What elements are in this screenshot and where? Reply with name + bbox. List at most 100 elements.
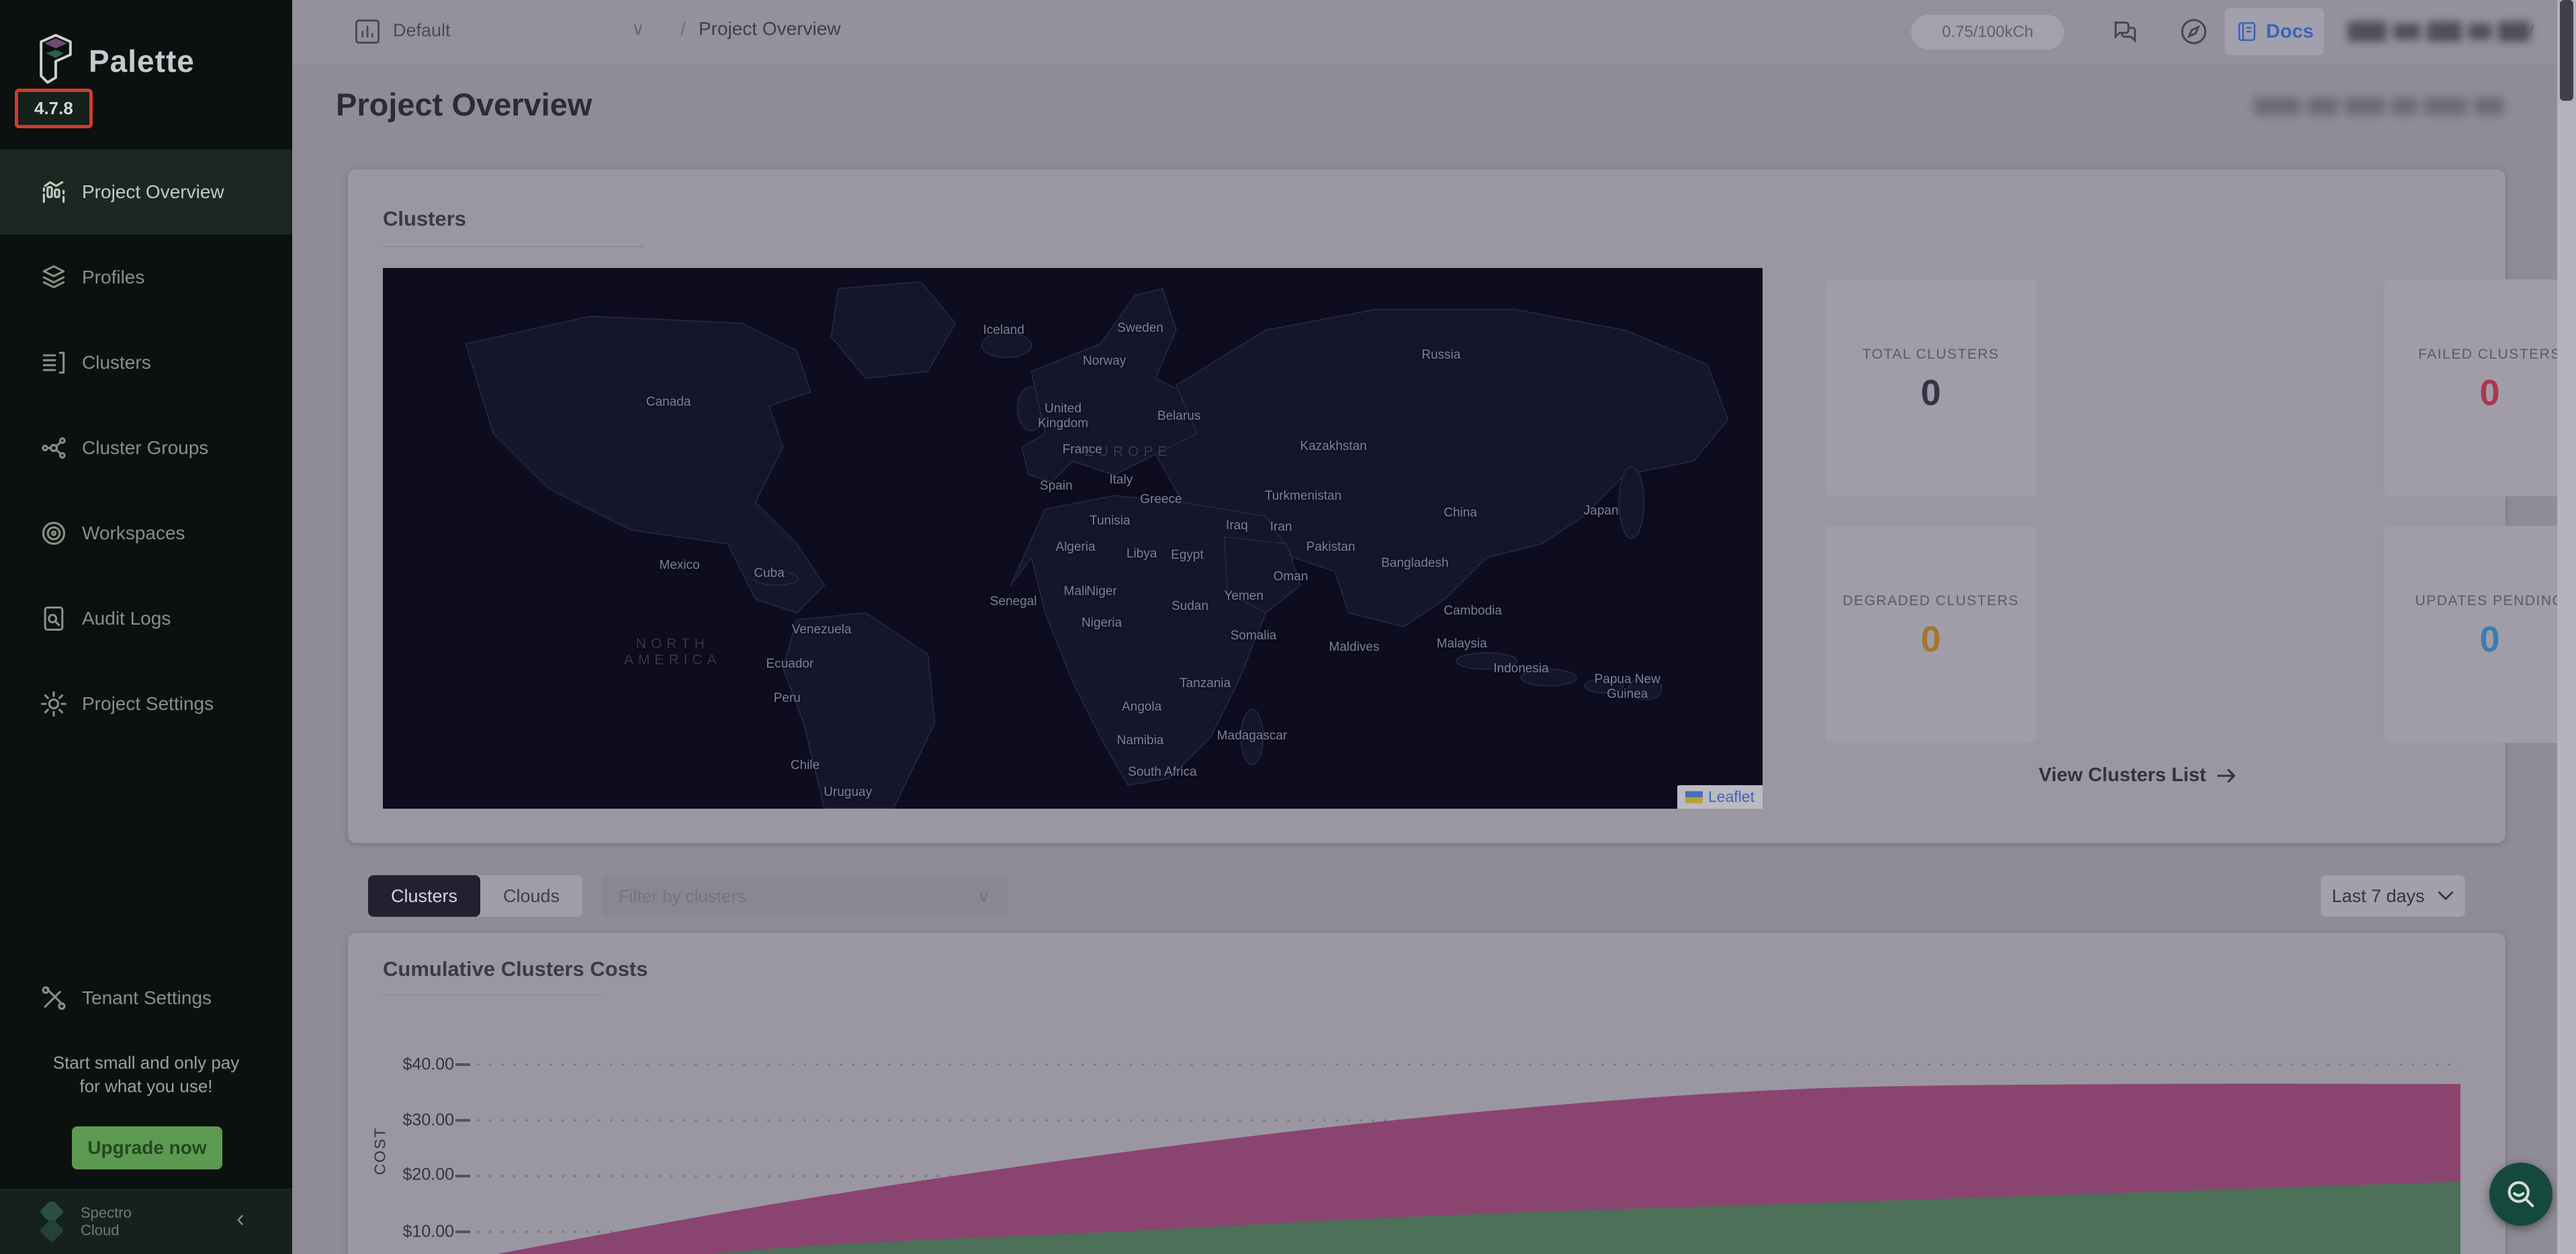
breadcrumb-separator: / xyxy=(680,18,686,40)
map-country-label: Tunisia xyxy=(1090,514,1130,529)
chat-icon[interactable] xyxy=(2109,16,2140,47)
map-country-label: China xyxy=(1444,506,1477,521)
selector-chevron-icon[interactable]: ∨ xyxy=(631,19,645,40)
map-country-label: Kazakhstan xyxy=(1300,439,1367,454)
stat-value: 0 xyxy=(2385,372,2576,414)
map-labels-layer: IcelandSwedenNorwayRussiaCanadaUnited Ki… xyxy=(383,268,1763,809)
map-country-label: Algeria xyxy=(1056,540,1096,555)
map-country-label: Russia xyxy=(1421,348,1460,363)
filter-by-clusters-select[interactable]: Filter by clusters ∨ xyxy=(601,875,1008,917)
help-compass-icon[interactable] xyxy=(2178,16,2209,47)
docs-button[interactable]: Docs xyxy=(2225,8,2324,55)
audit-logs-icon xyxy=(39,604,69,633)
map-country-label: Namibia xyxy=(1117,733,1164,748)
world-map[interactable]: IcelandSwedenNorwayRussiaCanadaUnited Ki… xyxy=(383,268,1763,809)
sidebar-item-project-settings[interactable]: Project Settings xyxy=(0,661,292,746)
user-menu-chevron-icon[interactable]: ∨ xyxy=(2524,19,2536,40)
upgrade-now-button[interactable]: Upgrade now xyxy=(72,1126,222,1169)
sidebar-item-label: Profiles xyxy=(82,267,144,288)
palette-logo-icon xyxy=(31,34,81,87)
map-country-label: Peru xyxy=(774,691,801,706)
tab-clusters[interactable]: Clusters xyxy=(368,875,480,917)
sidebar-item-audit-logs[interactable]: Audit Logs xyxy=(0,576,292,661)
map-country-label: Chile xyxy=(791,758,819,773)
map-country-label: Sudan xyxy=(1171,599,1208,614)
cumulative-costs-chart xyxy=(403,1028,2505,1254)
cluster-stats: TOTAL CLUSTERS0FAILED CLUSTERS0DEGRADED … xyxy=(1826,169,2505,843)
project-settings-icon xyxy=(39,689,69,719)
costs-card-title: Cumulative Clusters Costs xyxy=(383,957,648,981)
leaflet-attribution[interactable]: Leaflet xyxy=(1677,785,1763,809)
map-country-label: Iraq xyxy=(1226,519,1248,533)
header-info-redacted xyxy=(2254,97,2503,115)
sidebar-item-label: Cluster Groups xyxy=(82,437,208,459)
overview-icon xyxy=(39,177,69,207)
map-country-label: Turkmenistan xyxy=(1265,489,1341,504)
tenant-settings-icon xyxy=(39,983,69,1013)
filter-placeholder: Filter by clusters xyxy=(619,886,746,907)
map-country-label: Norway xyxy=(1083,354,1126,369)
stat-label: UPDATES PENDING xyxy=(2385,593,2576,609)
map-country-label: Tanzania xyxy=(1180,676,1231,691)
map-country-label: Indonesia xyxy=(1493,662,1548,676)
map-country-label: Yemen xyxy=(1224,589,1263,604)
page-title: Project Overview xyxy=(336,86,592,123)
map-country-label: Uruguay xyxy=(824,785,872,800)
map-country-label: Belarus xyxy=(1157,409,1200,424)
map-country-label: Nigeria xyxy=(1081,616,1122,631)
sidebar-nav: Project Overview Profiles Clusters Cluster … xyxy=(0,149,292,746)
map-country-label: Pakistan xyxy=(1306,540,1356,555)
map-country-label: Somalia xyxy=(1231,629,1277,643)
map-country-label: Mexico xyxy=(660,558,700,573)
sidebar-item-label: Audit Logs xyxy=(82,608,171,629)
spectro-cloud-logo-icon xyxy=(32,1202,70,1242)
top-bar: Default ∨ / Project Overview 0.75/100kCh xyxy=(292,0,2576,64)
map-country-label: Spain xyxy=(1040,479,1073,494)
map-country-label: Papua New Guinea xyxy=(1587,672,1668,702)
scrollbar-track[interactable] xyxy=(2557,0,2576,1254)
map-country-label: Cambodia xyxy=(1444,604,1502,619)
sidebar-item-cluster-groups[interactable]: Cluster Groups xyxy=(0,405,292,490)
map-country-label: Libya xyxy=(1126,547,1157,562)
stat-value: 0 xyxy=(2385,619,2576,660)
map-country-label: Venezuela xyxy=(792,623,852,637)
docs-book-icon xyxy=(2235,20,2258,43)
tab-clouds[interactable]: Clouds xyxy=(480,875,582,917)
sidebar-item-clusters[interactable]: Clusters xyxy=(0,320,292,405)
stat-label: FAILED CLUSTERS xyxy=(2385,347,2576,363)
map-country-label: Iceland xyxy=(983,323,1024,338)
sidebar-item-label: Project Overview xyxy=(82,181,224,203)
arrow-right-icon xyxy=(2215,766,2238,785)
docs-label: Docs xyxy=(2266,21,2314,43)
sidebar-item-workspaces[interactable]: Workspaces xyxy=(0,490,292,576)
map-country-label: Niger xyxy=(1086,584,1116,599)
user-name-redacted[interactable] xyxy=(2348,21,2530,42)
map-country-label: Oman xyxy=(1274,570,1308,584)
stat-value: 0 xyxy=(1826,619,2036,660)
sidebar-footer: Spectro Cloud ‹ xyxy=(0,1189,292,1254)
stat-card-updates-pending: UPDATES PENDING 0 xyxy=(2385,526,2576,743)
search-magnifier-icon xyxy=(2503,1177,2538,1212)
chart-y-axis-title: COST xyxy=(371,1127,389,1175)
project-selector-chart-icon xyxy=(353,17,382,46)
map-country-label: Angola xyxy=(1122,700,1161,715)
filter-chevron-icon: ∨ xyxy=(977,886,990,907)
sidebar-item-label: Workspaces xyxy=(82,523,185,544)
workspaces-icon xyxy=(39,519,69,548)
scrollbar-thumb[interactable] xyxy=(2560,0,2573,101)
search-fab-button[interactable] xyxy=(2489,1163,2552,1226)
project-selector[interactable]: Default xyxy=(393,20,451,41)
view-clusters-list-link[interactable]: View Clusters List xyxy=(2039,764,2238,787)
leaflet-label: Leaflet xyxy=(1708,788,1755,806)
sidebar-item-tenant-settings[interactable]: Tenant Settings xyxy=(0,955,292,1040)
sidebar-item-profiles[interactable]: Profiles xyxy=(0,234,292,320)
stat-card-total-clusters: TOTAL CLUSTERS0 xyxy=(1826,279,2036,496)
date-range-label: Last 7 days xyxy=(2331,886,2424,907)
map-country-label: Bangladesh xyxy=(1381,556,1448,571)
sidebar-collapse-chevron-icon[interactable]: ‹ xyxy=(236,1204,245,1233)
brand-name: Palette xyxy=(89,43,195,79)
date-range-chevron-icon xyxy=(2437,890,2454,902)
date-range-select[interactable]: Last 7 days xyxy=(2321,875,2465,917)
stat-card-degraded-clusters: DEGRADED CLUSTERS0 xyxy=(1826,526,2036,743)
sidebar-item-project-overview[interactable]: Project Overview xyxy=(0,149,292,234)
